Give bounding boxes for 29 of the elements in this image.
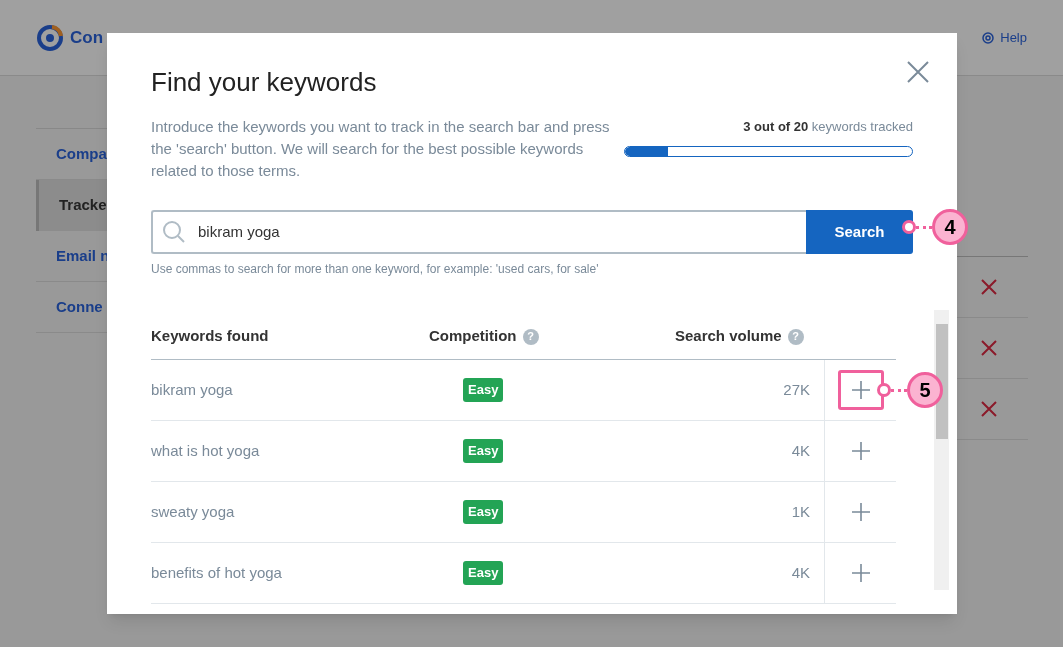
help-icon: ? [787, 328, 804, 345]
modal-title: Find your keywords [151, 66, 378, 99]
keyword-cell-text: what is hot yoga [151, 440, 261, 461]
column-header: Search volume [675, 326, 782, 347]
column-header: Competition [429, 326, 517, 347]
modal-description: Introduce the keywords you want to track in the search bar and press the 'search' button. We will search for the best possible keywords related to those terms. [151, 117, 611, 181]
volume-cell-text: 1K [790, 501, 810, 522]
competition-tag: Easy [463, 378, 504, 402]
callout-number: 5 [907, 372, 943, 408]
tracked-count: 3 out of 20 keywords tracked [743, 118, 913, 136]
search-button[interactable]: Search [806, 210, 913, 254]
volume-cell-text: 4K [790, 440, 810, 461]
column-header: Keywords found [151, 326, 270, 347]
volume-cell-text: 4K [790, 562, 810, 583]
callout-number: 4 [932, 209, 968, 245]
competition-tag: Easy [463, 439, 504, 463]
search-hint: Use commas to search for more than one keyword, for example: 'used cars, for sale' [151, 261, 600, 278]
sidebar-item[interactable]: Tracke [36, 180, 107, 231]
keyword-cell-text: sweaty yoga [151, 501, 236, 522]
help-icon: ? [522, 328, 539, 345]
keyword-cell-text: bikram yoga [151, 379, 234, 400]
competition-tag: Easy [463, 561, 504, 585]
search-box[interactable]: bikram yoga [151, 210, 806, 254]
search-field[interactable]: bikram yoga [198, 220, 806, 244]
volume-cell-text: 27K [782, 379, 810, 400]
logo-text: Con [70, 26, 104, 49]
keyword-cell-text: benefits of hot yoga [151, 562, 283, 583]
help-link[interactable]: Help [982, 27, 1027, 48]
competition-tag: Easy [463, 500, 504, 524]
